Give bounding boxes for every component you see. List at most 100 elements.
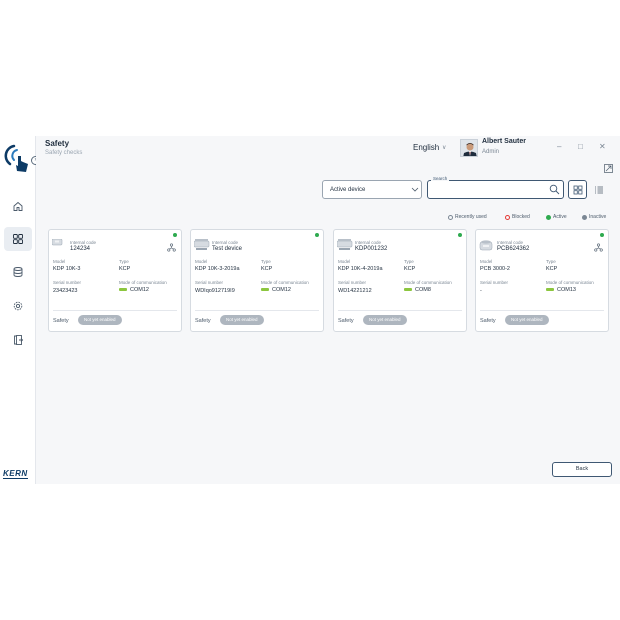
- header: Safety Safety checks English ∨ Albert Sa…: [36, 136, 620, 162]
- avatar[interactable]: [460, 139, 478, 157]
- card-divider: [195, 310, 319, 311]
- user-name: Albert Sauter: [482, 138, 526, 145]
- serial-label: Serial number: [480, 280, 509, 285]
- safety-status-badge: Not yet enabled: [505, 315, 549, 325]
- active-status-dot: [458, 233, 462, 237]
- comm-value: COM8: [404, 287, 431, 293]
- expand-icon[interactable]: [604, 164, 613, 173]
- network-icon: [167, 243, 176, 252]
- grid-view-button[interactable]: [568, 180, 587, 199]
- model-value: KDP 10K-3-2019a: [195, 266, 240, 272]
- search-label: Search: [431, 176, 450, 181]
- legend-label: Inactive: [589, 214, 607, 220]
- comm-port: COM13: [557, 287, 576, 293]
- device-card[interactable]: Internal code KDP001232 Model KDP 10K-4-…: [333, 229, 467, 332]
- device-card[interactable]: Internal code PCB624362 Model PCB 3000-2…: [475, 229, 609, 332]
- serial-label: Serial number: [338, 280, 367, 285]
- serial-value: 23423423: [53, 288, 78, 294]
- sidebar-item-home[interactable]: [4, 194, 32, 218]
- network-icon: [594, 243, 603, 252]
- sidebar-item-settings[interactable]: [4, 294, 32, 318]
- legend-label: Recently used: [455, 214, 487, 220]
- internal-code-label: Internal code: [355, 240, 382, 245]
- list-view-icon: [594, 186, 603, 193]
- comm-label: Mode of communication: [119, 280, 167, 285]
- type-label: Type: [546, 259, 556, 264]
- legend-label: Active: [553, 214, 567, 220]
- scale-icon: [337, 239, 353, 250]
- internal-code-value: 124234: [70, 246, 91, 252]
- sidebar-item-database[interactable]: [4, 260, 32, 284]
- com-port-icon: [404, 288, 412, 292]
- model-value: KDP 10K-3: [53, 266, 81, 272]
- scale-icon: [479, 240, 493, 251]
- internal-code-label: Internal code: [212, 240, 239, 245]
- back-button[interactable]: Back: [552, 462, 612, 477]
- chevron-down-icon: [411, 187, 419, 192]
- type-value: KCP: [546, 266, 558, 272]
- home-icon: [13, 201, 23, 211]
- safety-label: Safety: [53, 318, 69, 324]
- active-dot-icon: [546, 214, 551, 220]
- type-value: KCP: [261, 266, 273, 272]
- sidebar: › KERN: [0, 136, 40, 484]
- language-select[interactable]: English: [413, 143, 439, 152]
- safety-status-badge: Not yet enabled: [220, 315, 264, 325]
- safety-label: Safety: [195, 318, 211, 324]
- model-value: KDP 10K-4-2019a: [338, 266, 383, 272]
- active-status-dot: [173, 233, 177, 237]
- app-window: › KERN Safety Safety checks English ∨: [0, 136, 620, 484]
- safety-status-badge: Not yet enabled: [78, 315, 122, 325]
- search-input[interactable]: [432, 184, 542, 196]
- model-label: Model: [195, 259, 208, 264]
- gear-icon: [13, 301, 23, 311]
- close-icon[interactable]: ✕: [599, 142, 606, 151]
- logout-icon: [14, 335, 24, 345]
- list-view-button[interactable]: [589, 180, 608, 199]
- model-value: PCB 3000-2: [480, 266, 510, 272]
- safety-label: Safety: [338, 318, 354, 324]
- card-divider: [480, 310, 604, 311]
- page-title: Safety: [45, 139, 70, 148]
- comm-port: COM8: [415, 287, 431, 293]
- serial-value: WDIqo912719I9: [195, 288, 235, 294]
- internal-code-value: Test device: [212, 246, 243, 252]
- sidebar-item-logout[interactable]: [4, 328, 32, 352]
- serial-label: Serial number: [53, 280, 82, 285]
- comm-label: Mode of communication: [404, 280, 452, 285]
- comm-label: Mode of communication: [261, 280, 309, 285]
- device-filter-select[interactable]: Active device: [322, 180, 422, 199]
- model-label: Model: [480, 259, 493, 264]
- internal-code-value: PCB624362: [497, 246, 530, 252]
- maximize-icon[interactable]: □: [578, 142, 583, 151]
- grid-icon: [13, 234, 23, 244]
- legend-blocked: Blocked: [505, 214, 530, 220]
- safety-status-badge: Not yet enabled: [363, 315, 407, 325]
- serial-value: WD14221212: [338, 288, 372, 294]
- blocked-icon: [505, 214, 510, 220]
- active-status-dot: [600, 233, 604, 237]
- clock-icon: [448, 214, 453, 220]
- safety-label: Safety: [480, 318, 496, 324]
- scale-icon: [194, 239, 210, 250]
- device-filter-value: Active device: [330, 187, 366, 193]
- active-status-dot: [315, 233, 319, 237]
- grid-view-icon: [573, 185, 582, 194]
- type-value: KCP: [119, 266, 131, 272]
- database-icon: [13, 267, 23, 277]
- serial-value: -: [480, 288, 482, 294]
- main-content: Active device Search Recently used Block…: [36, 162, 620, 484]
- device-card[interactable]: Internal code Test device Model KDP 10K-…: [190, 229, 324, 332]
- comm-value: COM12: [261, 287, 291, 293]
- minimize-icon[interactable]: –: [557, 142, 561, 151]
- legend-label: Blocked: [512, 214, 530, 220]
- device-card[interactable]: Internal code 124234 Model KDP 10K-3 Typ…: [48, 229, 182, 332]
- card-divider: [53, 310, 177, 311]
- sidebar-item-devices[interactable]: [4, 227, 32, 251]
- search-box: [427, 180, 564, 199]
- legend-inactive: Inactive: [582, 214, 606, 220]
- model-label: Model: [53, 259, 66, 264]
- comm-value: COM13: [546, 287, 576, 293]
- search-icon[interactable]: [549, 184, 560, 195]
- comm-port: COM12: [130, 287, 149, 293]
